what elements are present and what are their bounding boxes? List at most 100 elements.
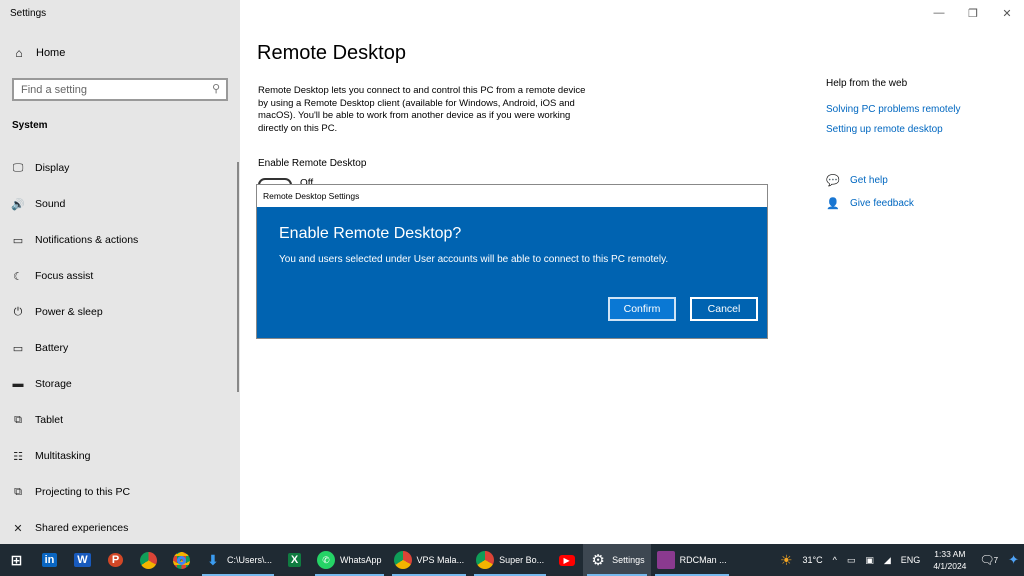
taskbar-app-chrome-super[interactable]: Super Bo... bbox=[470, 544, 550, 576]
confirm-button[interactable]: Confirm bbox=[608, 297, 676, 321]
home-icon: ⌂ bbox=[15, 46, 23, 60]
get-help-label: Get help bbox=[850, 175, 888, 186]
meet-now-icon[interactable]: ▣ bbox=[865, 555, 874, 566]
minimize-button[interactable]: — bbox=[922, 0, 956, 26]
sidebar-item-display[interactable]: 🖵 Display bbox=[0, 150, 236, 186]
home-label: Home bbox=[36, 47, 66, 59]
system-tray: ☀ 31°C ^ ▭ ▣ ◢ ENG 1:33 AM 4/1/2024 🗨 7 … bbox=[775, 544, 1024, 576]
whatsapp-icon: ✆ bbox=[317, 551, 336, 569]
sidebar-item-projecting-to-this-pc[interactable]: ⧉ Projecting to this PC bbox=[0, 474, 236, 510]
sidebar-item-multitasking[interactable]: ☷ Multitasking bbox=[0, 438, 236, 474]
sidebar-item-sound[interactable]: 🔊 Sound bbox=[0, 186, 236, 222]
link-solving-pc-problems[interactable]: Solving PC problems remotely bbox=[826, 104, 961, 115]
taskbar-app-label: WhatsApp bbox=[340, 555, 382, 565]
remote-desktop-dialog: Remote Desktop Settings Enable Remote De… bbox=[256, 184, 768, 339]
sidebar-item-tablet[interactable]: ⧉ Tablet bbox=[0, 402, 236, 438]
download-icon: ⬇ bbox=[207, 551, 219, 568]
sidebar-item-label: Focus assist bbox=[35, 270, 94, 282]
sidebar-item-label: Battery bbox=[35, 342, 69, 354]
excel-icon[interactable]: X bbox=[278, 544, 311, 576]
sidebar-item-label: Sound bbox=[35, 198, 66, 210]
storage-icon: ▬ bbox=[12, 378, 24, 390]
sidebar-home[interactable]: ⌂ Home bbox=[12, 46, 65, 60]
power-icon: ⏻ bbox=[13, 305, 23, 318]
taskbar: ⊞ in W P ⬇ C:\Users\... X ✆ WhatsApp VPS… bbox=[0, 544, 1024, 576]
link-setting-up-remote-desktop[interactable]: Setting up remote desktop bbox=[826, 124, 943, 135]
app-title: Settings bbox=[10, 8, 47, 19]
search-placeholder: Find a setting bbox=[21, 83, 88, 96]
sidebar-item-label: Projecting to this PC bbox=[35, 486, 131, 498]
sidebar-item-focus-assist[interactable]: ☾ Focus assist bbox=[0, 258, 236, 294]
start-button[interactable]: ⊞ bbox=[0, 544, 33, 576]
tablet-icon: ⧉ bbox=[14, 413, 22, 426]
sidebar-item-label: Display bbox=[35, 162, 70, 174]
clock[interactable]: 1:33 AM 4/1/2024 bbox=[933, 548, 966, 572]
taskbar-app-file-explorer[interactable]: ⬇ C:\Users\... bbox=[198, 544, 278, 576]
give-feedback-label: Give feedback bbox=[850, 198, 914, 209]
sidebar-item-label: Tablet bbox=[35, 414, 64, 426]
restore-button[interactable]: ❐ bbox=[956, 0, 990, 26]
battery-icon: ▭ bbox=[12, 342, 24, 355]
cancel-button[interactable]: Cancel bbox=[690, 297, 758, 321]
search-input[interactable]: Find a setting ⚲ bbox=[12, 78, 228, 101]
give-feedback-link[interactable]: 👤 Give feedback bbox=[826, 197, 914, 210]
dialog-titlebar: Remote Desktop Settings bbox=[257, 185, 767, 207]
word-icon[interactable]: W bbox=[66, 544, 99, 576]
dialog-heading: Enable Remote Desktop? bbox=[279, 225, 462, 242]
powerpoint-icon[interactable]: P bbox=[99, 544, 132, 576]
display-icon: 🖵 bbox=[12, 161, 24, 174]
sidebar-scrollbar[interactable] bbox=[237, 162, 239, 392]
close-button[interactable]: ✕ bbox=[990, 0, 1024, 26]
weather-icon[interactable]: ☀ bbox=[780, 552, 793, 569]
sidebar-item-label: Storage bbox=[35, 378, 72, 390]
youtube-icon[interactable]: ▶ bbox=[550, 544, 583, 576]
window-controls: — ❐ ✕ bbox=[922, 0, 1024, 26]
taskbar-app-settings[interactable]: ⚙ Settings bbox=[583, 544, 651, 576]
taskbar-app-label: Settings bbox=[612, 555, 645, 565]
sidebar-item-power-sleep[interactable]: ⏻ Power & sleep bbox=[0, 294, 236, 330]
get-help-link[interactable]: 💬 Get help bbox=[826, 174, 888, 187]
multitasking-icon: ☷ bbox=[13, 450, 23, 463]
clock-time: 1:33 AM bbox=[934, 549, 966, 559]
help-heading: Help from the web bbox=[826, 78, 908, 89]
sound-icon: 🔊 bbox=[11, 198, 25, 211]
notifications-icon[interactable]: 🗨 bbox=[979, 553, 994, 567]
chrome-profile-icon[interactable] bbox=[132, 544, 165, 576]
search-icon[interactable]: ⚲ bbox=[212, 82, 220, 95]
sidebar-item-label: Shared experiences bbox=[35, 522, 129, 534]
notifications-icon: ▭ bbox=[12, 234, 24, 247]
get-help-icon: 💬 bbox=[826, 175, 840, 187]
linkedin-icon[interactable]: in bbox=[33, 544, 66, 576]
taskbar-app-label: Super Bo... bbox=[499, 555, 545, 565]
chrome-icon[interactable] bbox=[165, 544, 198, 576]
chrome-icon bbox=[476, 551, 495, 569]
sidebar-item-battery[interactable]: ▭ Battery bbox=[0, 330, 236, 366]
sidebar-item-storage[interactable]: ▬ Storage bbox=[0, 366, 236, 402]
sidebar-item-label: Power & sleep bbox=[35, 306, 103, 318]
rdcman-icon bbox=[656, 551, 675, 569]
wifi-icon[interactable]: ◢ bbox=[884, 555, 891, 566]
clock-date: 4/1/2024 bbox=[933, 561, 967, 571]
taskbar-app-label: C:\Users\... bbox=[227, 555, 273, 565]
taskbar-app-whatsapp[interactable]: ✆ WhatsApp bbox=[311, 544, 388, 576]
sidebar-item-label: Multitasking bbox=[35, 450, 91, 462]
page-title: Remote Desktop bbox=[257, 42, 406, 64]
chrome-icon bbox=[393, 551, 412, 569]
gear-icon: ⚙ bbox=[591, 552, 605, 569]
sidebar: Settings ⌂ Home Find a setting ⚲ System … bbox=[0, 0, 240, 544]
taskbar-app-rdcman[interactable]: RDCMan ... bbox=[651, 544, 733, 576]
enable-remote-desktop-label: Enable Remote Desktop bbox=[258, 158, 367, 169]
sidebar-item-shared-experiences[interactable]: ✕ Shared experiences bbox=[0, 510, 236, 546]
taskbar-app-label: VPS Mala... bbox=[416, 555, 465, 565]
copilot-icon[interactable]: ✦ bbox=[1008, 552, 1019, 568]
sidebar-item-notifications-actions[interactable]: ▭ Notifications & actions bbox=[0, 222, 236, 258]
taskbar-app-chrome-vps[interactable]: VPS Mala... bbox=[388, 544, 471, 576]
battery-tray-icon[interactable]: ▭ bbox=[847, 555, 856, 566]
language-indicator[interactable]: ENG bbox=[901, 555, 921, 565]
taskbar-app-label: RDCMan ... bbox=[679, 555, 727, 565]
shared-experiences-icon: ✕ bbox=[13, 522, 23, 535]
sidebar-nav: 🖵 Display 🔊 Sound ▭ Notifications & actions ☾ F… bbox=[0, 150, 236, 546]
description: Remote Desktop lets you connect to and c… bbox=[258, 85, 586, 134]
weather-temp[interactable]: 31°C bbox=[803, 555, 823, 565]
show-hidden-icons-icon[interactable]: ^ bbox=[833, 555, 837, 565]
